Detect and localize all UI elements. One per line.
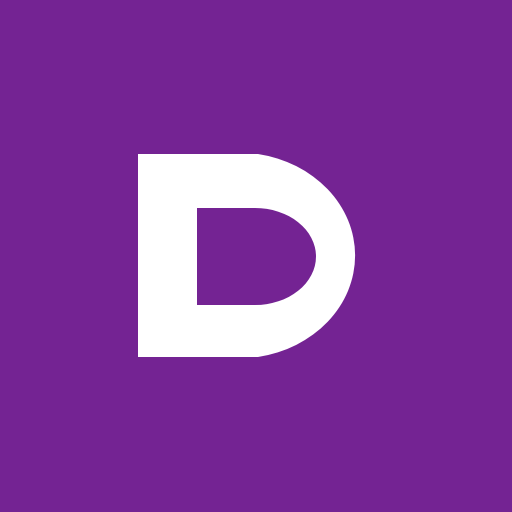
letter-d-shape — [138, 154, 356, 357]
letter-d-logo-icon — [138, 154, 356, 357]
app-logo-tile — [0, 0, 512, 512]
